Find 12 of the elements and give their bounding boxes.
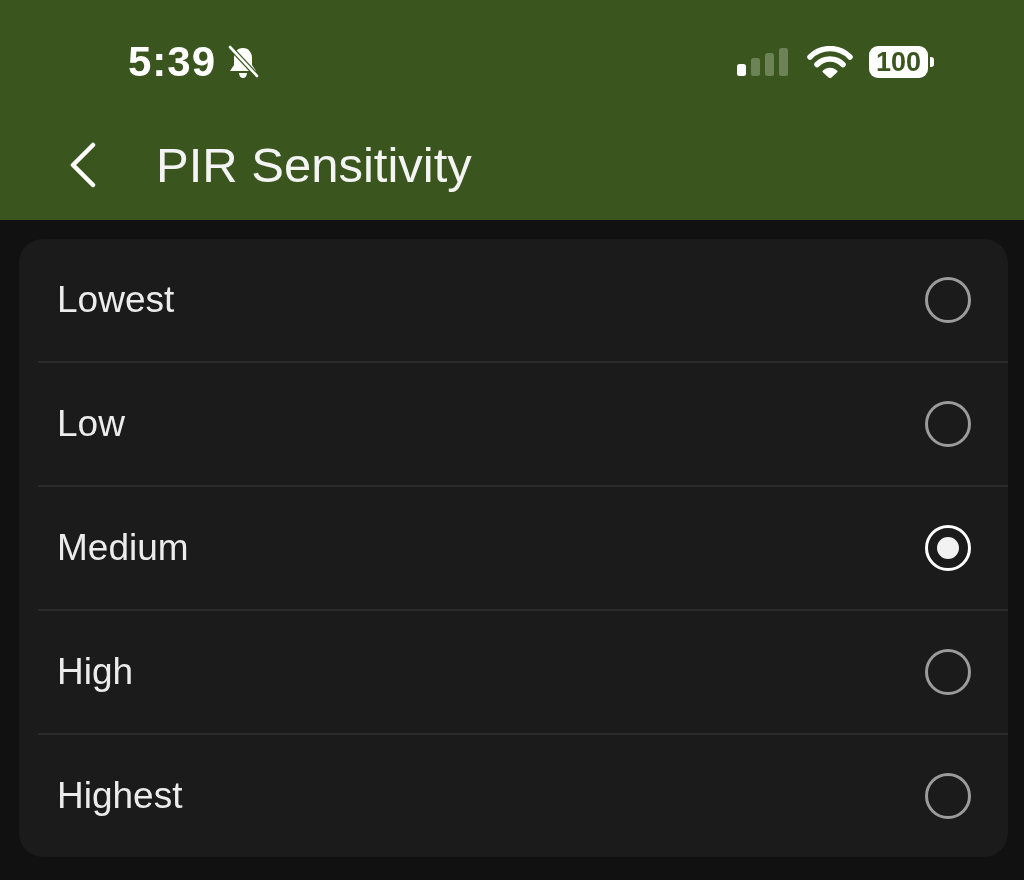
- option-item[interactable]: Medium: [38, 485, 1008, 609]
- page-title: PIR Sensitivity: [156, 137, 472, 193]
- wifi-icon: [806, 46, 853, 78]
- option-item[interactable]: High: [38, 609, 1008, 733]
- option-item[interactable]: Lowest: [38, 239, 1008, 361]
- bell-slash-icon: [226, 45, 261, 79]
- option-item[interactable]: Highest: [38, 733, 1008, 857]
- signal-icon: [736, 48, 789, 76]
- option-item[interactable]: Low: [38, 361, 1008, 485]
- chevron-left-icon: [69, 142, 97, 188]
- battery-percentage: 100: [868, 46, 928, 78]
- status-time: 5:39: [128, 38, 217, 86]
